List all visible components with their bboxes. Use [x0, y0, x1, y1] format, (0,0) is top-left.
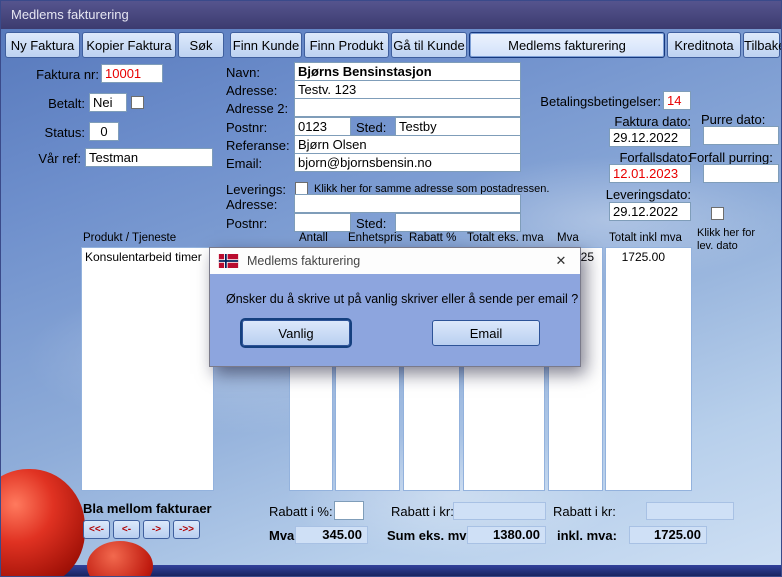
print-dialog-message: Ønsker du å skrive ut på vanlig skriver … — [226, 292, 579, 306]
forfallsdato-input[interactable] — [609, 164, 691, 183]
sum-eks-mva-label: Sum eks. mva: — [387, 528, 479, 543]
sted-input[interactable] — [395, 117, 521, 136]
postnr-input[interactable] — [294, 117, 351, 136]
bla-mellom-fakturaer-label: Bla mellom fakturaer — [83, 501, 212, 516]
email-button[interactable]: Email — [432, 320, 540, 346]
lev-adresse-label: Adresse: — [226, 197, 278, 212]
rabatt-pct-label: Rabatt i %: — [269, 504, 333, 519]
inkl-mva-label: inkl. mva: — [557, 528, 617, 543]
betalt-checkbox[interactable] — [131, 96, 144, 109]
email-input[interactable] — [294, 153, 521, 172]
table-col-tot-inkl: 1725.00 — [605, 247, 692, 491]
print-dialog-titlebar: Medlems fakturering ✕ — [210, 248, 580, 274]
navn-label: Navn: — [226, 65, 260, 80]
table-header-enhetspris: Enhetspris — [348, 232, 403, 244]
window-title: Medlems fakturering — [11, 7, 129, 22]
sted-label: Sted: — [356, 120, 387, 135]
lev-dato-checkbox-text: Klikk her for lev. dato — [697, 227, 756, 252]
table-header-mva: Mva — [557, 232, 579, 244]
rabatt-kr2-field[interactable] — [646, 502, 734, 520]
adresse2-input[interactable] — [294, 98, 521, 117]
vanlig-button[interactable]: Vanlig — [242, 320, 350, 346]
adresse-label: Adresse: — [226, 83, 278, 98]
nav-first-button[interactable]: <<- — [83, 520, 110, 539]
rabatt-pct-input[interactable] — [334, 501, 364, 520]
status-input[interactable] — [89, 122, 119, 141]
rabatt-kr1-label: Rabatt i kr: — [391, 504, 454, 519]
forfallsdato-label: Forfallsdato: — [619, 150, 691, 165]
table-header-rabatt: Rabatt % — [409, 232, 457, 244]
table-col-produkt: Konsulentarbeid timer — [81, 247, 214, 491]
status-label: Status: — [44, 125, 85, 140]
betalingsbetingelser-input[interactable] — [663, 91, 691, 110]
email-label: Email: — [226, 156, 263, 171]
betalingsbetingelser-label: Betalingsbetingelser: — [540, 94, 661, 109]
window-titlebar: Medlems fakturering — [1, 1, 781, 29]
faktura-dato-input[interactable] — [609, 128, 691, 147]
leverings-label: Leverings: — [226, 182, 286, 197]
faktura-nr-input[interactable] — [101, 64, 163, 83]
table-header-antall: Antall — [299, 232, 328, 244]
ny-faktura-button[interactable]: Ny Faktura — [5, 32, 80, 58]
betalt-input[interactable] — [89, 93, 127, 112]
table-header-tot-inkl: Totalt inkl mva — [609, 232, 682, 244]
purre-dato-input[interactable] — [703, 126, 779, 145]
sum-eks-mva-field: 1380.00 — [467, 526, 546, 544]
lev-postnr-input[interactable] — [294, 213, 351, 232]
var-ref-label: Vår ref: — [38, 151, 81, 166]
close-icon[interactable]: ✕ — [542, 248, 580, 274]
lev-sted-input[interactable] — [395, 213, 521, 232]
betalt-label: Betalt: — [48, 96, 85, 111]
wallpaper-apple-small — [87, 541, 153, 576]
finn-kunde-button[interactable]: Finn Kunde — [230, 32, 302, 58]
table-header-tot-eks: Totalt eks. mva — [467, 232, 544, 244]
table-header-produkt: Produkt / Tjeneste — [83, 232, 177, 244]
faktura-dato-label: Faktura dato: — [614, 114, 691, 129]
lev-adresse-input[interactable] — [294, 194, 521, 213]
sok-button[interactable]: Søk — [178, 32, 224, 58]
var-ref-input[interactable] — [85, 148, 213, 167]
kreditnota-button[interactable]: Kreditnota — [667, 32, 741, 58]
print-dialog-title: Medlems fakturering — [247, 254, 361, 268]
app-window: Medlems fakturering Ny Faktura Kopier Fa… — [0, 0, 782, 577]
ga-til-kunde-button[interactable]: Gå til Kunde — [391, 32, 467, 58]
table-cell-tot-inkl[interactable]: 1725.00 — [606, 248, 691, 266]
kopier-faktura-button[interactable]: Kopier Faktura — [82, 32, 176, 58]
purre-dato-label: Purre dato: — [701, 112, 766, 127]
navn-input[interactable] — [294, 62, 521, 81]
referanse-label: Referanse: — [226, 138, 290, 153]
norway-flag-icon — [218, 254, 239, 268]
rabatt-kr2-label: Rabatt i kr: — [553, 504, 616, 519]
nav-last-button[interactable]: ->> — [173, 520, 200, 539]
postnr-label: Postnr: — [226, 120, 268, 135]
adresse-input[interactable] — [294, 80, 521, 99]
medlems-fakturering-button[interactable]: Medlems fakturering — [469, 32, 665, 58]
nav-next-button[interactable]: -> — [143, 520, 170, 539]
leveringsdato-input[interactable] — [609, 202, 691, 221]
rabatt-kr1-field[interactable] — [453, 502, 546, 520]
wallpaper-apple — [1, 469, 85, 576]
lev-dato-checkbox[interactable] — [711, 207, 724, 220]
nav-previous-button[interactable]: <- — [113, 520, 140, 539]
forfall-purring-input[interactable] — [703, 164, 779, 183]
finn-produkt-button[interactable]: Finn Produkt — [304, 32, 389, 58]
table-cell-produkt[interactable]: Konsulentarbeid timer — [82, 248, 213, 266]
tilbake-button[interactable]: Tilbake — [743, 32, 781, 58]
referanse-input[interactable] — [294, 135, 521, 154]
leveringsdato-label: Leveringsdato: — [605, 187, 691, 202]
adresse2-label: Adresse 2: — [226, 101, 289, 116]
inkl-mva-field: 1725.00 — [629, 526, 707, 544]
print-dialog: Medlems fakturering ✕ Ønsker du å skrive… — [209, 247, 581, 367]
lev-sted-label: Sted: — [356, 216, 387, 231]
lev-postnr-label: Postnr: — [226, 216, 268, 231]
mva-total-field: 345.00 — [295, 526, 368, 544]
forfall-purring-label: Forfall purring: — [689, 150, 773, 165]
faktura-nr-label: Faktura nr: — [36, 67, 99, 82]
